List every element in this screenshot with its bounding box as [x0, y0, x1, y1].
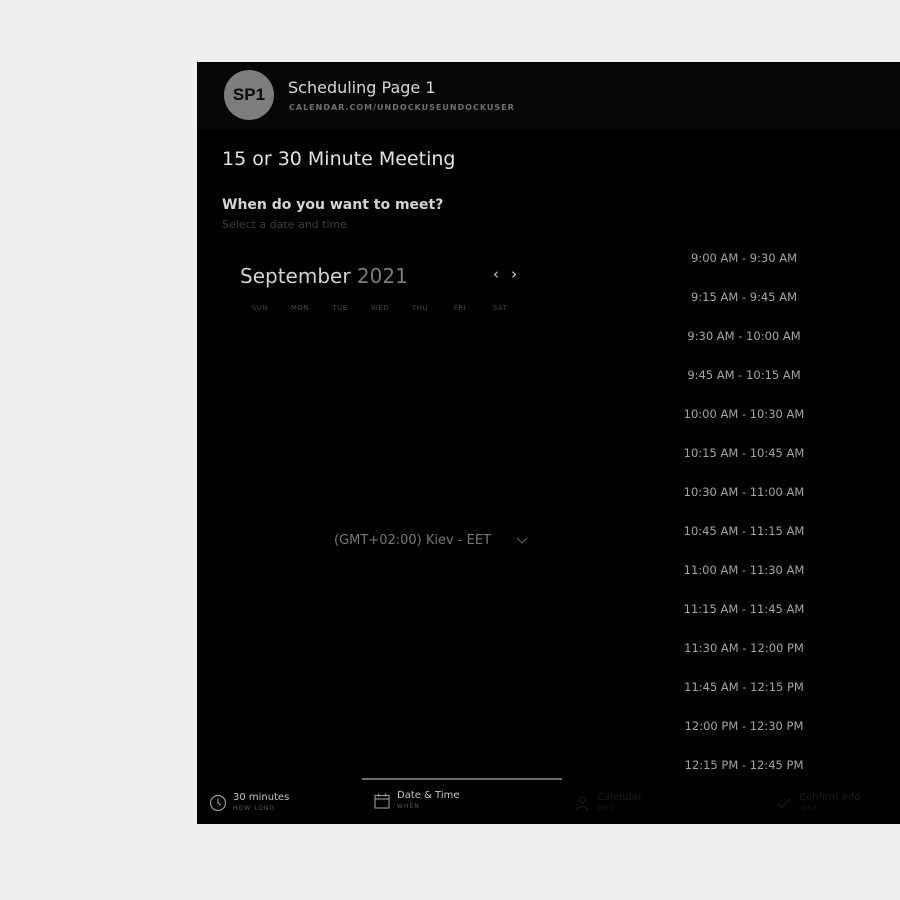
step-how-long[interactable]: 30 minutes HOW LONG	[209, 792, 289, 814]
chevron-left-icon: ‹	[493, 265, 499, 283]
calendar-month-label: September 2021	[240, 264, 408, 288]
time-slot[interactable]: 10:30 AM - 11:00 AM	[669, 472, 819, 511]
time-slot[interactable]: 11:00 AM - 11:30 AM	[669, 550, 819, 589]
avatar: SP1	[224, 70, 274, 120]
step-label: Confirm Info	[799, 792, 861, 803]
time-slot[interactable]: 9:15 AM - 9:45 AM	[669, 277, 819, 316]
step-label: 30 minutes	[233, 792, 290, 803]
calendar-icon	[373, 792, 391, 810]
month-name: September	[240, 264, 351, 288]
step-when[interactable]: Date & Time WHEN	[373, 790, 460, 812]
time-slot[interactable]: 11:15 AM - 11:45 AM	[669, 589, 819, 628]
weekday-header: SUN MON TUE WED THU FRI SAT	[240, 304, 520, 312]
page-title: Scheduling Page 1	[288, 78, 436, 97]
timezone-select[interactable]: (GMT+02:00) Kiev - EET	[334, 533, 491, 548]
time-slot[interactable]: 9:00 AM - 9:30 AM	[669, 238, 819, 277]
step-sublabel: INFO	[799, 805, 818, 812]
clock-icon	[209, 794, 227, 812]
step-who[interactable]: Calendar WHO	[573, 792, 642, 814]
next-month-button[interactable]: ›	[511, 265, 517, 283]
time-slot[interactable]: 9:30 AM - 10:00 AM	[669, 316, 819, 355]
weekday-label: WED	[370, 304, 390, 312]
weekday-label: FRI	[453, 304, 467, 312]
check-icon	[775, 794, 793, 812]
person-icon	[573, 794, 591, 812]
chevron-down-icon[interactable]	[516, 534, 528, 548]
step-footer: 30 minutes HOW LONG Date & Time WHEN Cal…	[197, 778, 900, 824]
weekday-label: THU	[411, 304, 429, 312]
step-sublabel: WHEN	[397, 803, 420, 810]
time-slot[interactable]: 11:30 AM - 12:00 PM	[669, 628, 819, 667]
time-slot[interactable]: 9:45 AM - 10:15 AM	[669, 355, 819, 394]
step-label: Date & Time	[397, 790, 460, 801]
step-sublabel: WHO	[597, 805, 616, 812]
weekday-label: SAT	[492, 304, 508, 312]
step-info[interactable]: Confirm Info INFO	[775, 792, 861, 814]
time-slot[interactable]: 12:00 PM - 12:30 PM	[669, 706, 819, 745]
weekday-label: TUE	[332, 304, 348, 312]
time-slot-list: 9:00 AM - 9:30 AM 9:15 AM - 9:45 AM 9:30…	[669, 238, 819, 784]
time-slot[interactable]: 10:00 AM - 10:30 AM	[669, 394, 819, 433]
step-label: Calendar	[597, 792, 642, 803]
time-slot[interactable]: 10:45 AM - 11:15 AM	[669, 511, 819, 550]
weekday-label: SUN	[251, 304, 269, 312]
step-sublabel: HOW LONG	[233, 805, 276, 812]
page-header: SP1 Scheduling Page 1 CALENDAR.COM/UNDOC…	[197, 62, 900, 130]
prev-month-button[interactable]: ‹	[493, 265, 499, 283]
time-slot[interactable]: 10:15 AM - 10:45 AM	[669, 433, 819, 472]
when-subtitle: Select a date and time	[222, 218, 348, 231]
time-slot[interactable]: 11:45 AM - 12:15 PM	[669, 667, 819, 706]
chevron-right-icon: ›	[511, 265, 517, 283]
year-label: 2021	[356, 264, 408, 288]
page-url[interactable]: CALENDAR.COM/UNDOCKUSEUNDOCKUSER	[289, 103, 515, 112]
when-question: When do you want to meet?	[222, 197, 444, 213]
meeting-title: 15 or 30 Minute Meeting	[222, 148, 456, 170]
scheduling-panel: SP1 Scheduling Page 1 CALENDAR.COM/UNDOC…	[197, 62, 900, 824]
weekday-label: MON	[290, 304, 310, 312]
